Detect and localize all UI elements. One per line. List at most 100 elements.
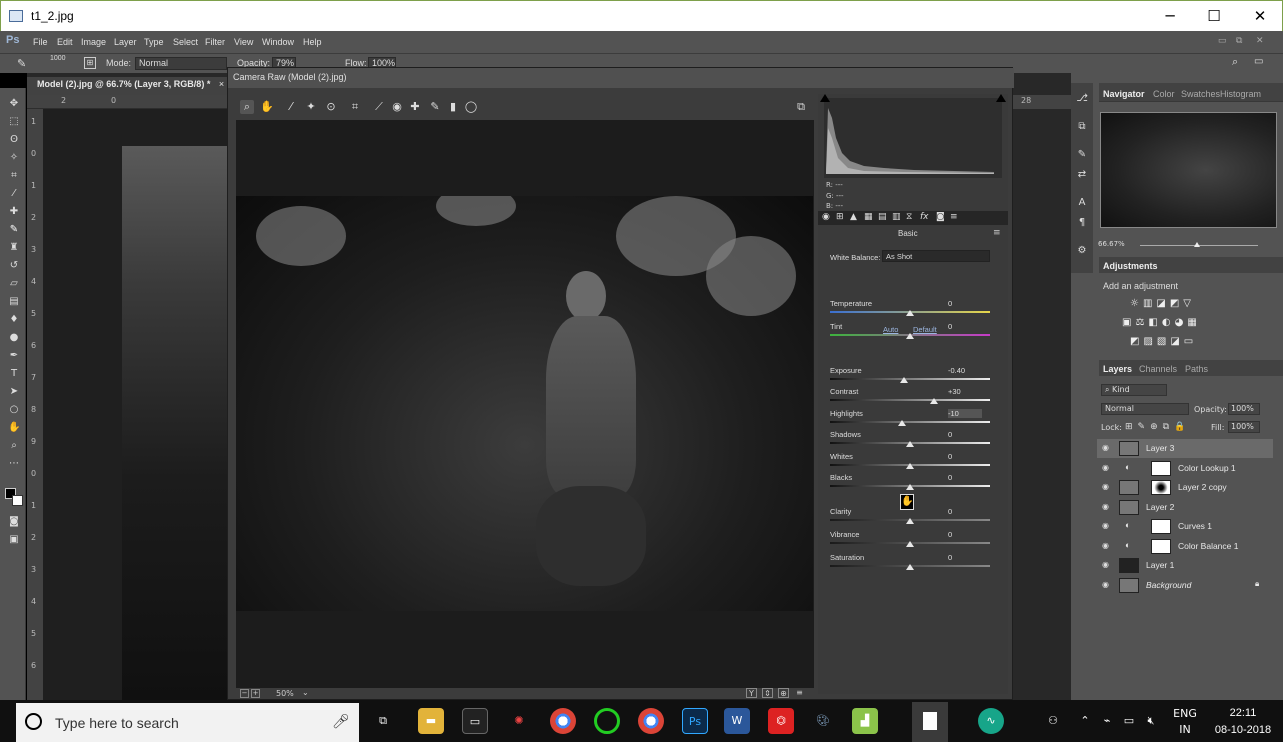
slider-value[interactable]: 0 — [948, 322, 982, 331]
color-sampler-icon[interactable]: ✦ — [304, 100, 318, 114]
slider-thumb[interactable] — [906, 441, 914, 447]
glyphs-panel-icon[interactable]: ⚙ — [1075, 245, 1089, 259]
tab-swatches[interactable]: Swatches — [1181, 89, 1220, 99]
slider-value[interactable]: 0 — [948, 452, 982, 461]
adjustment-icons-row-2[interactable]: ▣⚖◧◐◕▦ — [1122, 317, 1222, 331]
layer-row[interactable]: ◉ Layer 3 — [1097, 439, 1273, 458]
people-icon[interactable]: ⚇ — [1040, 708, 1066, 734]
slider-track[interactable] — [830, 399, 990, 401]
hand-tool-icon[interactable]: ✋ — [260, 100, 274, 114]
crop-tool-icon[interactable]: ⌗ — [348, 100, 362, 114]
zoom-tool-icon[interactable]: ⌕ — [8, 440, 20, 452]
minimize-button[interactable]: ─ — [1158, 5, 1182, 27]
volume-icon[interactable]: 🔇︎ — [1142, 708, 1160, 734]
layer-row[interactable]: ◉ ◐ Curves 1 — [1097, 517, 1273, 536]
graduated-filter-icon[interactable]: ▮ — [446, 100, 460, 114]
layer-thumbnail[interactable] — [1119, 441, 1139, 456]
slider-thumb[interactable] — [906, 541, 914, 547]
layer-row[interactable]: ◉ Layer 2 — [1097, 498, 1273, 517]
slider-value[interactable]: 0 — [948, 530, 982, 539]
shape-tool-icon[interactable]: ○ — [8, 404, 20, 416]
monitor-app-icon[interactable]: ∿ — [978, 708, 1004, 734]
brush-tool-icon[interactable]: ✎ — [17, 57, 26, 70]
path-select-icon[interactable]: ➤ — [8, 386, 20, 398]
slider-value[interactable]: -0.40 — [948, 366, 982, 375]
slider-thumb[interactable] — [898, 420, 906, 426]
history-panel-icon[interactable]: ⎇ — [1075, 93, 1089, 107]
history-brush-icon[interactable]: ↺ — [8, 260, 20, 272]
quick-select-tool-icon[interactable]: ✧ — [8, 152, 20, 164]
properties-panel-icon[interactable]: ⧉ — [1075, 121, 1089, 135]
swap-icon[interactable]: ⇕ — [762, 688, 773, 698]
zoom-tool-icon[interactable]: ⌕ — [240, 100, 254, 114]
move-tool-icon[interactable]: ✥ — [8, 98, 20, 110]
targeted-adjust-icon[interactable]: ⊙ — [324, 100, 338, 114]
red-eye-tool-icon[interactable]: ◉ — [390, 100, 404, 114]
menu-layer[interactable]: Layer — [114, 37, 137, 47]
marquee-tool-icon[interactable]: ⬚ — [8, 116, 20, 128]
layer-mask-thumbnail[interactable] — [1151, 519, 1171, 534]
doc-restore-icon[interactable]: ⧉ — [1236, 35, 1248, 45]
layer-thumbnail[interactable] — [1119, 558, 1139, 573]
close-button[interactable]: ✕ — [1248, 5, 1272, 27]
layer-fill-field[interactable]: 100% — [1228, 421, 1260, 433]
tab-layers[interactable]: Layers — [1103, 364, 1132, 374]
visibility-eye-icon[interactable]: ◉ — [1102, 443, 1112, 453]
adjust-panel-icon[interactable]: ⇄ — [1075, 169, 1089, 183]
slider-thumb[interactable] — [906, 518, 914, 524]
clock[interactable]: 22:11 08-10-2018 — [1208, 705, 1278, 739]
tab-paths[interactable]: Paths — [1185, 364, 1208, 374]
layer-mask-thumbnail[interactable] — [1151, 480, 1171, 495]
file-explorer-icon[interactable]: ▬ — [418, 708, 444, 734]
lasso-tool-icon[interactable]: ʘ — [8, 134, 20, 146]
chart-app-icon[interactable]: ▟ — [852, 708, 878, 734]
maximize-button[interactable]: ☐ — [1202, 5, 1226, 27]
menu-filter[interactable]: Filter — [205, 37, 225, 47]
visibility-eye-icon[interactable]: ◉ — [1102, 482, 1112, 492]
slider-thumb[interactable] — [906, 310, 914, 316]
brush-panel-icon[interactable]: ✎ — [1075, 149, 1089, 163]
slider-thumb[interactable] — [930, 398, 938, 404]
layer-thumbnail[interactable] — [1119, 577, 1139, 593]
word-icon[interactable]: W — [724, 708, 750, 734]
blend-mode-select[interactable]: Normal — [1101, 403, 1189, 415]
chrome-icon-2[interactable] — [638, 708, 664, 734]
slider-track[interactable] — [830, 421, 990, 423]
adjustment-brush-icon[interactable]: ✎ — [428, 100, 442, 114]
zoom-level[interactable]: 50% — [276, 689, 294, 698]
brush-tool-icon[interactable]: ✎ — [8, 224, 20, 236]
straighten-tool-icon[interactable]: ⟋ — [372, 100, 386, 114]
eraser-tool-icon[interactable]: ▱ — [8, 278, 20, 290]
network-icon[interactable]: ⌁ — [1098, 708, 1116, 734]
copy-settings-icon[interactable]: ⊕ — [778, 688, 789, 698]
slider-thumb[interactable] — [906, 564, 914, 570]
spider-app-icon[interactable]: ✺ — [506, 708, 532, 734]
dodge-tool-icon[interactable]: ● — [8, 332, 20, 344]
visibility-eye-icon[interactable]: ◉ — [1102, 560, 1112, 570]
tab-navigator[interactable]: Navigator — [1103, 89, 1145, 99]
slider-value[interactable]: +30 — [948, 387, 982, 396]
zoom-out-button[interactable]: − — [240, 689, 249, 698]
adjustment-icons-row-3[interactable]: ◩▨▧◪▭ — [1130, 336, 1230, 350]
background-color-swatch[interactable] — [12, 495, 23, 506]
brush-panel-icon[interactable]: ⊞ — [84, 57, 96, 69]
slider-thumb[interactable] — [906, 463, 914, 469]
battery-icon[interactable]: ▭ — [1120, 708, 1138, 734]
layer-mask-thumbnail[interactable] — [1151, 538, 1171, 554]
more-tools-icon[interactable]: ⋯ — [8, 458, 20, 470]
preview-settings-icon[interactable]: ≡ — [794, 688, 805, 698]
menu-select[interactable]: Select — [173, 37, 198, 47]
layer-opacity-field[interactable]: 100% — [1228, 403, 1260, 415]
layer-thumbnail[interactable] — [1119, 480, 1139, 495]
open-preferences-icon[interactable]: ⧉ — [794, 100, 808, 114]
slider-value[interactable]: 0 — [948, 553, 982, 562]
navigator-zoom[interactable]: 66.67% — [1098, 240, 1125, 248]
lock-icons[interactable]: ⊞✎⊕⧉🔒 — [1125, 422, 1190, 432]
layer-row[interactable]: ◉ Layer 1 — [1097, 556, 1273, 575]
workspace-icon[interactable]: ▭ — [1254, 56, 1263, 67]
visibility-eye-icon[interactable]: ◉ — [1102, 580, 1112, 590]
blur-tool-icon[interactable]: ♦ — [8, 314, 20, 326]
paragraph-panel-icon[interactable]: ¶ — [1075, 217, 1089, 231]
document-tab[interactable]: Model (2).jpg @ 66.7% (Layer 3, RGB/8) *… — [27, 77, 227, 95]
layer-row[interactable]: ◉ Background 🔒︎ — [1097, 576, 1273, 595]
